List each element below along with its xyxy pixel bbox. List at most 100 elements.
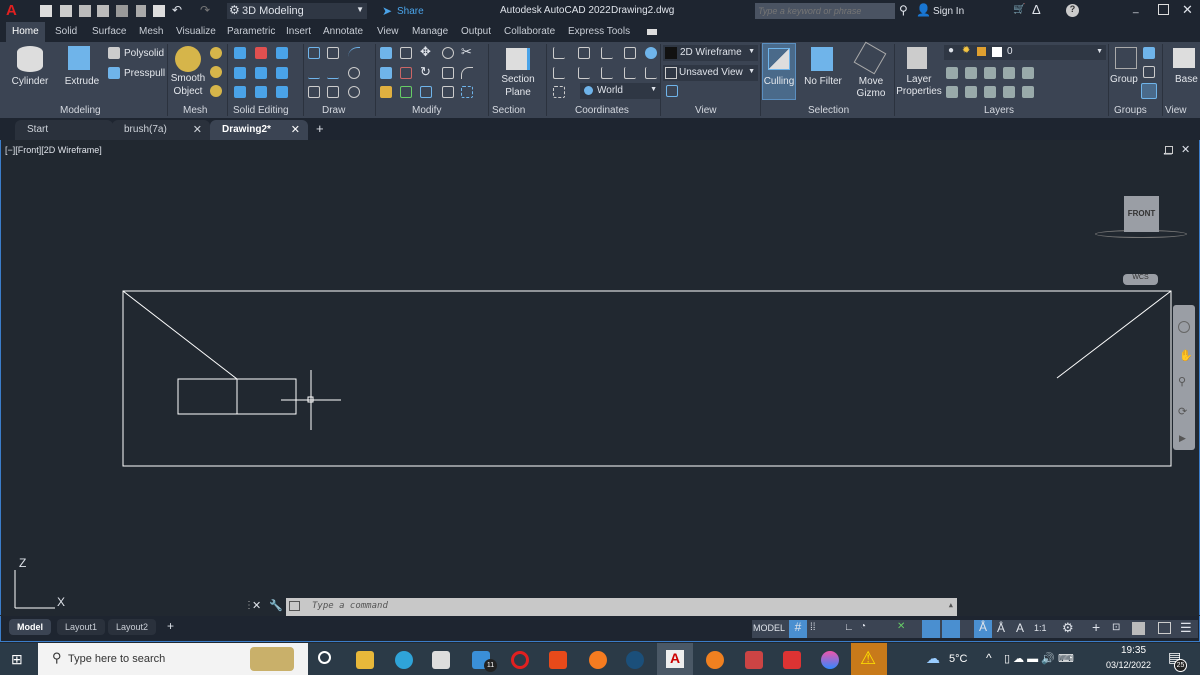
krita-icon[interactable] xyxy=(821,651,839,669)
named-view-dropdown[interactable]: Unsaved View ▼ xyxy=(663,65,758,81)
culling-button[interactable]: Culling xyxy=(762,43,796,100)
command-close-icon[interactable]: ✕ xyxy=(252,599,261,612)
tab-surface[interactable]: Surface xyxy=(92,26,126,37)
tray-icons[interactable]: ▯ ☁ ▬ 🔊 ⌨ xyxy=(1004,652,1074,665)
workspace-dropdown[interactable]: ⚙ 3D Modeling ▼ xyxy=(227,3,367,19)
command-line[interactable]: Type a command ▲ xyxy=(286,598,957,616)
layer-unlock-icon[interactable] xyxy=(1003,86,1015,98)
visual-style-dropdown[interactable]: 2D Wireframe ▼ xyxy=(663,45,758,61)
imprint-icon[interactable] xyxy=(255,86,267,98)
minimize-button[interactable]: _ xyxy=(1133,3,1139,14)
panel-view[interactable]: View xyxy=(695,105,717,116)
ucs-x-icon[interactable] xyxy=(553,67,565,79)
new-layout-button[interactable]: + xyxy=(167,619,174,633)
panel-view-2[interactable]: View xyxy=(1165,105,1187,116)
annotation-monitor-icon[interactable]: + xyxy=(1092,619,1100,635)
polyline-icon[interactable] xyxy=(308,47,320,59)
tab-solid[interactable]: Solid xyxy=(55,26,77,37)
smooth-object-button[interactable]: Smooth xyxy=(168,73,208,84)
tab-view[interactable]: View xyxy=(377,26,399,37)
object-snap-icon[interactable] xyxy=(942,620,960,638)
object-snap-tracking-icon[interactable]: ✕ xyxy=(897,621,905,632)
wrench-icon[interactable]: 🔧 xyxy=(269,599,283,612)
spline-icon[interactable] xyxy=(308,67,320,79)
layout-tab-model[interactable]: Model xyxy=(9,619,51,635)
app-icon-2[interactable] xyxy=(783,651,801,669)
mesh-add-icon[interactable] xyxy=(210,47,222,59)
ucs-dropdown[interactable]: World ▼ xyxy=(580,83,660,99)
undo-icon[interactable]: ↶ xyxy=(172,3,182,17)
opera-icon[interactable] xyxy=(511,651,529,669)
interfere-icon[interactable] xyxy=(234,67,246,79)
panel-modify[interactable]: Modify xyxy=(412,105,441,116)
tab-express-tools[interactable]: Express Tools xyxy=(568,26,630,37)
isodraft-icon[interactable] xyxy=(922,620,940,638)
grid-icon[interactable]: # xyxy=(789,620,807,638)
ellipse-icon[interactable] xyxy=(348,86,360,98)
customization-menu-icon[interactable]: ☰ xyxy=(1180,620,1192,636)
layout-tab-layout1[interactable]: Layout1 xyxy=(57,619,106,635)
3d-scale-icon[interactable] xyxy=(400,86,412,98)
rotate-icon[interactable]: ↻ xyxy=(420,64,431,80)
layer-current-icon[interactable] xyxy=(1022,67,1034,79)
close-tab-icon[interactable]: ✕ xyxy=(291,123,300,136)
command-history-icon[interactable] xyxy=(289,601,300,611)
file-explorer-icon[interactable] xyxy=(356,651,374,669)
firefox-icon[interactable] xyxy=(589,651,607,669)
autocad-taskbar-item[interactable]: A xyxy=(657,643,693,675)
tab-manage[interactable]: Manage xyxy=(412,26,448,37)
layer-properties-button[interactable]: Layer xyxy=(896,74,942,85)
panel-groups[interactable]: Groups xyxy=(1114,105,1147,116)
auto-scale-icon[interactable]: Å xyxy=(997,621,1005,635)
search-input[interactable] xyxy=(755,3,895,19)
section-plane-button[interactable]: Section xyxy=(495,74,541,85)
align-icon[interactable] xyxy=(380,67,392,79)
workspace-gear-icon[interactable]: ⚙ xyxy=(1062,620,1074,636)
close-tab-icon[interactable]: ✕ xyxy=(193,123,202,136)
ucs-origin-icon[interactable] xyxy=(601,47,613,59)
arc-icon[interactable] xyxy=(348,47,360,59)
tab-mesh[interactable]: Mesh xyxy=(139,26,163,37)
separate-icon[interactable] xyxy=(276,86,288,98)
new-tab-button[interactable]: + xyxy=(316,121,324,136)
polar-icon[interactable]: ◔ xyxy=(860,621,866,632)
3d-move-icon[interactable] xyxy=(400,47,412,59)
tray-chevron-icon[interactable]: ^ xyxy=(986,651,992,665)
layer-isolate-icon[interactable] xyxy=(946,67,958,79)
tab-visualize[interactable]: Visualize xyxy=(176,26,216,37)
redo-icon[interactable]: ↷ xyxy=(200,3,210,17)
circle-icon[interactable] xyxy=(348,67,360,79)
open-icon[interactable] xyxy=(60,5,72,17)
cylinder-button[interactable]: Cylinder xyxy=(8,76,52,87)
panel-layers[interactable]: Layers xyxy=(984,105,1014,116)
snap-icon[interactable]: ⁞⁞ xyxy=(810,622,816,633)
model-space-button[interactable]: MODEL xyxy=(753,623,785,633)
move-gizmo-button[interactable]: Move xyxy=(851,76,891,87)
group-selection-icon[interactable] xyxy=(1141,83,1157,99)
offset-icon[interactable] xyxy=(442,86,454,98)
layer-dropdown[interactable]: ● ✹ 0 ▼ xyxy=(944,45,1106,60)
panel-solid-editing[interactable]: Solid Editing xyxy=(233,105,289,116)
sign-in-button[interactable]: Sign In xyxy=(933,6,964,17)
panel-draw[interactable]: Draw xyxy=(322,105,345,116)
ucs-icon[interactable] xyxy=(553,47,565,59)
units-icon[interactable]: ⊡ xyxy=(1112,622,1120,633)
clean-screen-icon[interactable] xyxy=(1158,622,1171,634)
array-icon[interactable] xyxy=(461,86,473,98)
tab-insert[interactable]: Insert xyxy=(286,26,311,37)
intersect-icon[interactable] xyxy=(276,47,288,59)
panel-selection[interactable]: Selection xyxy=(808,105,849,116)
ortho-icon[interactable]: ∟ xyxy=(844,622,854,633)
layer-unisolate-icon[interactable] xyxy=(946,86,958,98)
ucs-y-icon[interactable] xyxy=(578,67,590,79)
app-icon-1[interactable] xyxy=(745,651,763,669)
help-icon[interactable]: ? xyxy=(1066,4,1079,17)
close-button[interactable]: ✕ xyxy=(1182,2,1193,18)
cart-icon[interactable]: 🛒 xyxy=(1013,4,1025,15)
maximize-button[interactable] xyxy=(1158,4,1169,15)
rectangle-icon[interactable] xyxy=(327,86,339,98)
tab-parametric[interactable]: Parametric xyxy=(227,26,275,37)
layer-change-icon[interactable] xyxy=(965,86,977,98)
save-as-icon[interactable] xyxy=(97,5,109,17)
file-tab-brush[interactable]: brush(7a) ✕ xyxy=(112,120,210,140)
